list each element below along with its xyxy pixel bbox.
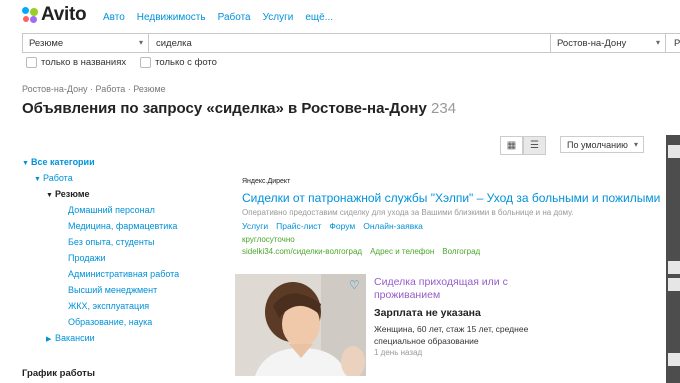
main-nav: Авто Недвижимость Работа Услуги ещё... (103, 12, 333, 23)
search-input[interactable]: сиделка (149, 34, 551, 52)
logo-dots-icon (22, 7, 38, 23)
category-value: Резюме (29, 38, 64, 49)
ad-contacts-link[interactable]: Адрес и телефон (370, 247, 434, 256)
checkbox-icon (26, 57, 37, 68)
listing-salary: Зарплата не указана (374, 307, 481, 319)
city-value: Ростов-на-Дону (557, 38, 627, 49)
nav-jobs[interactable]: Работа (218, 12, 251, 23)
nav-auto[interactable]: Авто (103, 12, 125, 23)
grid-view-icon[interactable]: ▦ (500, 136, 523, 155)
schedule-heading: График работы (22, 368, 95, 379)
listing-photo-image (235, 274, 366, 376)
sidebar-item-management[interactable]: Высший менеджмент (22, 282, 179, 298)
breadcrumb[interactable]: Ростов-на-Дону · Работа · Резюме (22, 84, 166, 94)
nav-services[interactable]: Услуги (263, 12, 294, 23)
view-toggle: ▦ ☰ (500, 136, 546, 155)
ad-link-prices[interactable]: Прайс-лист (276, 221, 321, 231)
sidebar-item-domestic[interactable]: Домашний персонал (22, 202, 179, 218)
nav-realty[interactable]: Недвижимость (137, 12, 206, 23)
nav-more[interactable]: ещё... (305, 12, 333, 23)
sidebar-item-label[interactable]: Вакансии (55, 333, 95, 343)
caret-down-icon: ▼ (46, 192, 53, 199)
with-photo-checkbox[interactable]: только с фото (140, 57, 217, 68)
sidebar-item-label[interactable]: Работа (43, 173, 73, 183)
list-view-icon[interactable]: ☰ (523, 136, 546, 155)
sort-select[interactable]: По умолчанию ▾ (560, 136, 644, 153)
sidebar-item-label[interactable]: Высший менеджмент (68, 285, 157, 295)
ad-title-link[interactable]: Сиделки от патронажной службы "Хэлпи" – … (242, 191, 660, 205)
search-filters: только в названиях только с фото (26, 57, 217, 68)
sidebar-item-vacancies[interactable]: ▶ Вакансии (22, 330, 179, 346)
ad-link-forum[interactable]: Форум (329, 221, 355, 231)
sidebar-item-students[interactable]: Без опыта, студенты (22, 234, 179, 250)
sidebar-item-resume[interactable]: ▼ Резюме (22, 186, 179, 202)
chevron-down-icon: ▾ (138, 38, 143, 47)
sidebar-item-sales[interactable]: Продажи (22, 250, 179, 266)
caret-right-icon: ▶ (46, 336, 52, 343)
sidebar-item-all[interactable]: ▼ Все категории (22, 154, 179, 170)
chevron-down-icon: ▾ (633, 140, 638, 149)
category-sidebar: ▼ Все категории ▼ Работа ▼ Резюме Домашний … (22, 154, 179, 379)
category-select[interactable]: Резюме ▾ (23, 34, 149, 52)
ad-link-services[interactable]: Услуги (242, 221, 268, 231)
sidebar-item-label[interactable]: Медицина, фармацевтика (68, 221, 177, 231)
banner-tab[interactable] (668, 261, 680, 274)
sidebar-item-medicine[interactable]: Медицина, фармацевтика (22, 218, 179, 234)
sidebar-item-housing[interactable]: ЖКХ, эксплуатация (22, 298, 179, 314)
banner-tab[interactable] (668, 353, 680, 366)
sidebar-item-label[interactable]: Административная работа (68, 269, 179, 279)
radius-select[interactable]: Р (666, 34, 680, 52)
logo-text: Avito (41, 4, 87, 25)
sidebar-item-label[interactable]: Домашний персонал (68, 205, 155, 215)
ad-label: Яндекс.Директ (242, 178, 291, 185)
checkbox-icon (140, 57, 152, 68)
sidebar-item-label[interactable]: Все категории (31, 157, 95, 167)
sort-value: По умолчанию (567, 140, 628, 150)
sidebar-item-education[interactable]: Образование, наука (22, 314, 179, 330)
listing-photo[interactable] (235, 274, 366, 376)
sidebar-item-label[interactable]: Образование, наука (68, 317, 152, 327)
page-title-text: Объявления по запросу «сиделка» в Ростов… (22, 100, 427, 117)
ad-sitelinks: Услуги Прайс-лист Форум Онлайн-заявка (242, 221, 423, 231)
ad-footer: sidelki34.com/сиделки-волгоград Адрес и … (242, 247, 480, 256)
city-select[interactable]: Ростов-на-Дону ▾ (551, 34, 666, 52)
banner-tab[interactable] (668, 278, 680, 291)
sidebar-item-label[interactable]: Без опыта, студенты (68, 237, 154, 247)
search-bar: Резюме ▾ сиделка Ростов-на-Дону ▾ Р (22, 33, 680, 53)
caret-down-icon: ▼ (22, 160, 29, 167)
sidebar-item-label: Резюме (55, 189, 90, 199)
sidebar-item-admin[interactable]: Административная работа (22, 266, 179, 282)
titles-only-label: только в названиях (41, 57, 127, 68)
listing-title-link[interactable]: Сиделка приходящая или с проживанием (374, 276, 524, 302)
top-bar: Avito Авто Недвижимость Работа Услуги ещ… (0, 0, 680, 34)
favorite-heart-icon[interactable]: ♡ (349, 278, 360, 292)
listing-description: Женщина, 60 лет, стаж 15 лет, среднее сп… (374, 324, 529, 346)
ad-url[interactable]: sidelki34.com/сиделки-волгоград (242, 247, 362, 256)
chevron-down-icon: ▾ (655, 38, 660, 47)
ad-tag: круглосуточно (242, 235, 295, 244)
sidebar-item-label[interactable]: ЖКХ, эксплуатация (68, 301, 149, 311)
side-banner (666, 135, 680, 383)
listing-date: 1 день назад (374, 348, 423, 357)
ad-text: Оперативно предоставим сиделку для ухода… (242, 208, 574, 217)
with-photo-label: только с фото (155, 57, 217, 68)
banner-tab[interactable] (668, 145, 680, 158)
titles-only-checkbox[interactable]: только в названиях (26, 57, 126, 68)
caret-down-icon: ▼ (34, 176, 41, 183)
page-title: Объявления по запросу «сиделка» в Ростов… (22, 100, 456, 117)
results-count: 234 (431, 100, 457, 117)
sidebar-item-jobs[interactable]: ▼ Работа (22, 170, 179, 186)
avito-logo[interactable]: Avito (22, 4, 87, 26)
ad-link-request[interactable]: Онлайн-заявка (363, 221, 423, 231)
ad-city: Волгоград (442, 247, 481, 256)
sidebar-item-label[interactable]: Продажи (68, 253, 106, 263)
